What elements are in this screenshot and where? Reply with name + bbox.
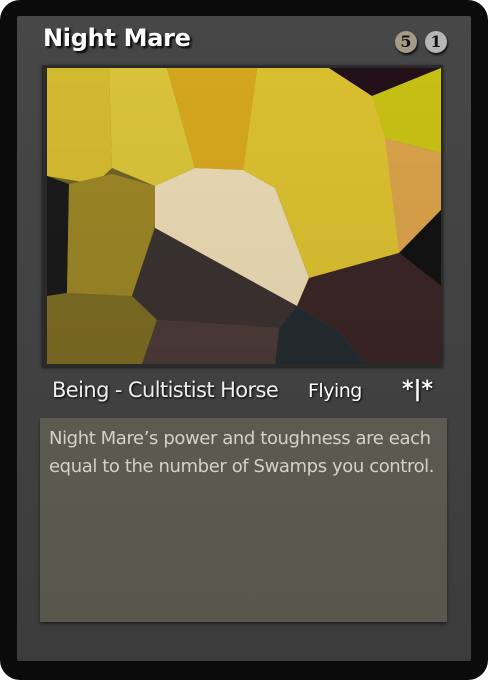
type-line: Being - Cultistist Horse	[52, 378, 279, 402]
card-art	[47, 68, 441, 364]
card-border: Night Mare 5 1 Being - Cultistist Horse …	[0, 0, 488, 680]
rules-text-box: Night Mare’s power and toughness are eac…	[40, 418, 447, 622]
power-toughness: *|*	[402, 377, 434, 402]
mana-symbol-5: 5	[395, 31, 417, 53]
mana-symbol-1: 1	[425, 31, 447, 53]
card-name: Night Mare	[43, 24, 191, 52]
rules-text: Night Mare’s power and toughness are eac…	[49, 428, 435, 477]
keyword-ability: Flying	[308, 380, 362, 402]
